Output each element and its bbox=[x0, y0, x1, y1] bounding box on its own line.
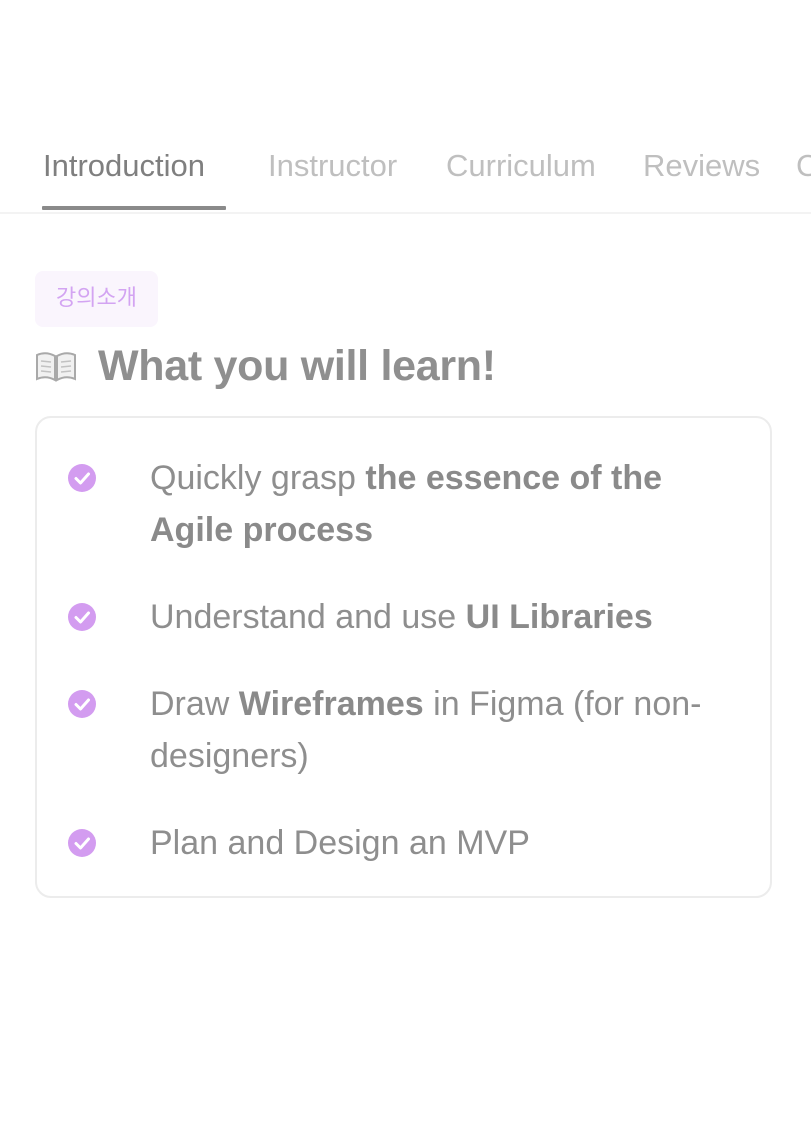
section-heading: What you will learn! bbox=[35, 336, 496, 396]
learn-item-text: Quickly grasp the essence of the Agile p… bbox=[150, 459, 663, 549]
check-circle-icon bbox=[68, 603, 96, 631]
tab-reviews[interactable]: Reviews bbox=[643, 146, 760, 186]
course-tabs: Introduction Instructor Curriculum Revie… bbox=[0, 128, 811, 214]
active-tab-indicator bbox=[42, 206, 226, 210]
tab-curriculum[interactable]: Curriculum bbox=[446, 146, 596, 186]
check-circle-icon bbox=[68, 690, 96, 718]
check-circle-icon bbox=[68, 829, 96, 857]
tab-introduction[interactable]: Introduction bbox=[43, 146, 205, 186]
learn-list-card: Quickly grasp the essence of the Agile p… bbox=[35, 416, 772, 898]
tab-instructor[interactable]: Instructor bbox=[268, 146, 397, 186]
learn-item-text: Understand and use UI Libraries bbox=[150, 598, 653, 636]
open-book-icon bbox=[36, 352, 76, 382]
learn-item-text: Plan and Design an MVP bbox=[150, 824, 530, 862]
section-title: What you will learn! bbox=[98, 342, 496, 390]
section-badge: 강의소개 bbox=[35, 271, 158, 327]
check-circle-icon bbox=[68, 464, 96, 492]
tab-truncated[interactable]: C bbox=[796, 146, 811, 186]
learn-item-text: Draw Wireframes in Figma (for non-design… bbox=[150, 685, 702, 775]
